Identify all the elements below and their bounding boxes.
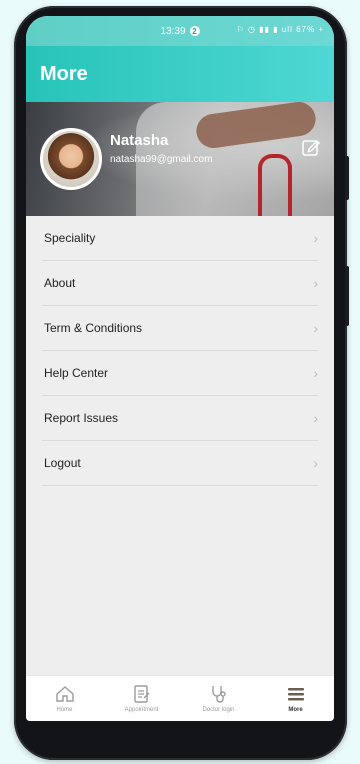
- menu-item-label: Term & Conditions: [44, 321, 143, 335]
- menu-item-help-center[interactable]: Help Center ›: [42, 351, 318, 396]
- avatar[interactable]: [40, 128, 102, 190]
- chevron-right-icon: ›: [313, 275, 318, 291]
- chevron-right-icon: ›: [313, 230, 318, 246]
- nav-item-appointment[interactable]: Appointment: [107, 684, 177, 713]
- profile-banner: Natasha natasha99@gmail.com: [26, 102, 334, 216]
- edit-icon: [302, 139, 321, 156]
- status-icons: ⚐ ◷ ▮▮ ▮ ull 67% +: [236, 25, 324, 34]
- menu-item-report-issues[interactable]: Report Issues ›: [42, 396, 318, 441]
- time-text: 13:39: [160, 25, 186, 37]
- nav-item-more[interactable]: More: [261, 684, 331, 713]
- settings-menu: Speciality › About › Term & Conditions ›…: [26, 216, 334, 486]
- nav-item-doctor-login[interactable]: Doctor login: [184, 684, 254, 713]
- status-bar: 13:39 2 ⚐ ◷ ▮▮ ▮ ull 67% +: [26, 16, 334, 46]
- chevron-right-icon: ›: [313, 365, 318, 381]
- volume-button: [345, 156, 349, 200]
- profile-email: natasha99@gmail.com: [110, 154, 213, 165]
- menu-item-label: Speciality: [44, 231, 96, 245]
- document-icon: [133, 685, 149, 703]
- nav-label-more: More: [288, 707, 303, 713]
- profile-name: Natasha: [110, 132, 169, 149]
- menu-item-label: About: [44, 276, 76, 290]
- page-title: More: [40, 62, 88, 85]
- menu-item-speciality[interactable]: Speciality ›: [42, 216, 318, 261]
- stethoscope-decoration: [258, 154, 292, 216]
- home-icon: [55, 686, 74, 702]
- chevron-right-icon: ›: [313, 410, 318, 426]
- page-header: More: [26, 46, 334, 102]
- menu-item-label: Report Issues: [44, 411, 119, 425]
- nav-label-home: Home: [56, 707, 73, 713]
- notification-badge: 2: [189, 26, 200, 36]
- menu-item-label: Logout: [44, 456, 81, 470]
- chevron-right-icon: ›: [313, 455, 318, 471]
- edit-profile-button[interactable]: [300, 136, 322, 158]
- nav-item-home[interactable]: Home: [30, 684, 100, 713]
- status-time: 13:39 2: [160, 25, 200, 37]
- app-screen: 13:39 2 ⚐ ◷ ▮▮ ▮ ull 67% + More Natasha …: [26, 16, 334, 721]
- menu-item-label: Help Center: [44, 366, 109, 380]
- chevron-right-icon: ›: [313, 320, 318, 336]
- bottom-navigation: Home Appointment Doctor login More: [26, 675, 334, 721]
- menu-item-terms[interactable]: Term & Conditions ›: [42, 306, 318, 351]
- nav-label-doctor-login: Doctor login: [202, 707, 235, 713]
- menu-item-logout[interactable]: Logout ›: [42, 441, 318, 486]
- menu-icon: [287, 688, 304, 701]
- power-button: [345, 266, 349, 326]
- nav-label-appointment: Appointment: [124, 707, 159, 713]
- menu-item-about[interactable]: About ›: [42, 261, 318, 306]
- stethoscope-icon: [211, 686, 226, 703]
